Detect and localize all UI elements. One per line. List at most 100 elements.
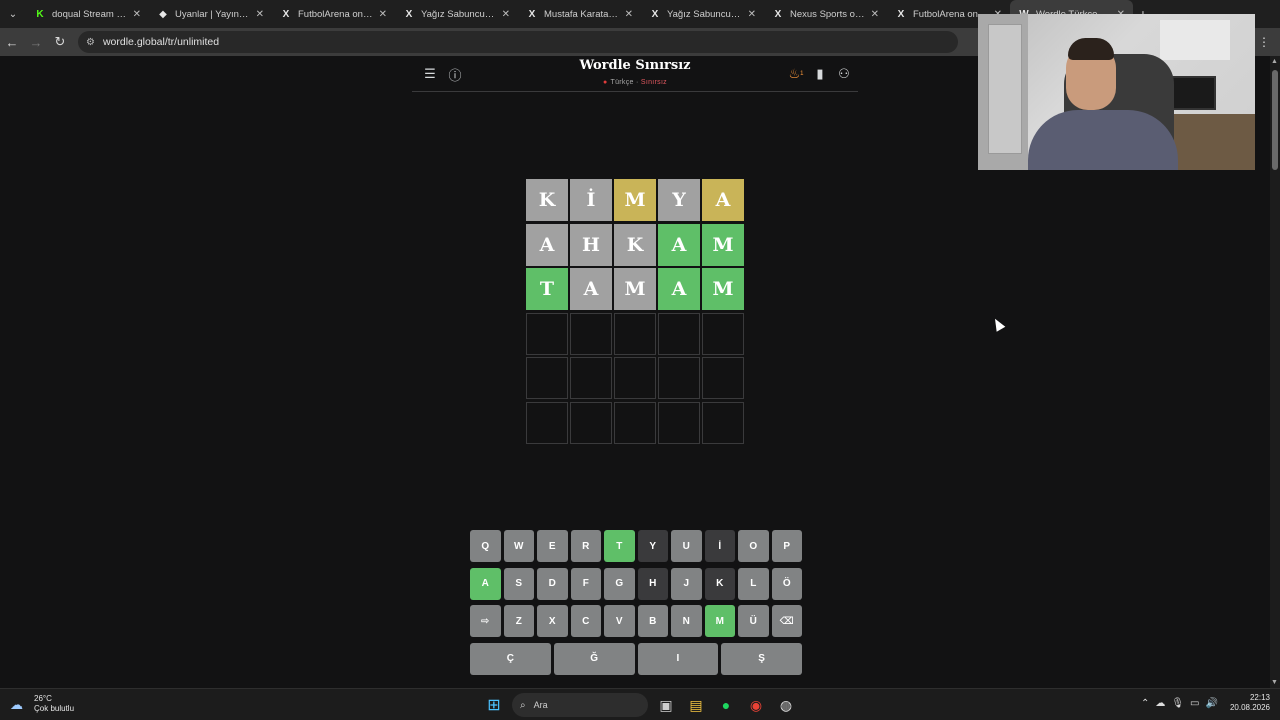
close-tab-icon[interactable]: ✕ [379,9,387,20]
key[interactable]: Ö [771,567,802,600]
tab-title: Uyanlar | Yayınını güç [175,8,250,20]
key[interactable]: Ç [470,642,551,675]
reload-icon[interactable]: ↻ [48,28,72,56]
forward-arrow-icon[interactable]: → [24,28,48,56]
board-tile: M [702,223,744,266]
key[interactable]: C [570,605,601,637]
key[interactable]: O [738,530,769,562]
taskbar-clock[interactable]: 22:13 20.08.2026 [1230,693,1270,713]
key[interactable]: L [738,567,769,600]
key[interactable]: W [503,530,534,562]
x-icon: X [651,8,659,20]
close-tab-icon[interactable]: ✕ [256,9,264,20]
key[interactable]: Q [470,530,501,562]
spotify-icon[interactable]: ● [714,693,738,717]
mode-label[interactable]: Sınırsız [641,79,667,86]
key[interactable]: Z [503,605,534,637]
streak-flame-icon[interactable]: ♨ 1 [788,66,804,82]
stats-bar-chart-icon[interactable]: ▮ [812,66,828,82]
key[interactable]: H [637,567,668,600]
enter-key[interactable]: ⇨ [470,605,501,637]
key[interactable]: Ü [738,605,769,637]
close-tab-icon[interactable]: ✕ [748,9,756,20]
key[interactable]: P [771,530,802,562]
close-tab-icon[interactable]: ✕ [871,9,879,20]
key[interactable]: B [637,605,668,637]
browser-tab[interactable]: Kdoqual Stream - Wat ✕ [26,0,149,28]
close-tab-icon[interactable]: ✕ [133,9,141,20]
scroll-up-icon[interactable]: ▲ [1271,58,1278,65]
key[interactable]: J [671,567,702,600]
key[interactable]: U [671,530,702,562]
key[interactable]: T [604,530,635,562]
clock-date: 20.08.2026 [1229,703,1270,712]
board-tile: M [702,268,744,310]
key[interactable]: A [470,567,501,600]
url-text: wordle.global/tr/unlimited [102,36,220,48]
board-tile: A [658,223,700,266]
site-info-icon[interactable]: ⚙ [86,37,95,48]
close-tab-icon[interactable]: ✕ [502,9,510,20]
key[interactable]: F [570,567,601,600]
back-arrow-icon[interactable]: ← [0,28,24,56]
task-view-icon[interactable]: ▣ [654,693,678,717]
browser-tab[interactable]: X Yağız Sabuncuoğlu o ✕ [395,0,518,28]
chrome-icon[interactable]: ◉ [744,693,768,717]
onedrive-icon[interactable]: ☁ [1155,698,1165,709]
tab-title: FutbolArena on X: "A [298,8,373,20]
turkey-flag-icon: ● [602,79,608,86]
key[interactable]: G [604,567,635,600]
windows-start-icon[interactable]: ⊞ [482,693,506,717]
browser-tab[interactable]: X Nexus Sports on X: " ✕ [764,0,887,28]
language-label[interactable]: Türkçe [611,79,634,86]
address-bar[interactable]: ⚙ wordle.global/tr/unlimited [78,31,958,53]
key[interactable]: Ğ [553,642,635,675]
backspace-key[interactable]: ⌫ [771,605,802,637]
browser-tab[interactable]: X Yağız Sabuncuoğlu o ✕ [641,0,764,28]
key[interactable]: M [704,605,735,637]
volume-icon[interactable]: 🔊 [1206,698,1218,709]
board-tile: H [570,223,612,266]
key[interactable]: K [704,567,735,600]
scroll-down-icon[interactable]: ▼ [1271,679,1278,686]
webcam-window [1160,20,1230,60]
obs-icon[interactable]: ◍ [774,693,798,717]
board-tile [702,401,744,444]
board-tile [526,357,568,399]
scrollbar-thumb[interactable] [1272,70,1278,170]
key[interactable]: I [637,642,719,675]
tab-title: Yağız Sabuncuoğlu o [667,8,742,20]
key[interactable]: X [537,605,568,637]
tab-search-chevron-icon[interactable]: ⌄ [0,0,26,28]
key[interactable]: E [537,530,568,562]
board-tile: İ [570,179,612,221]
board-tile: Y [658,179,700,221]
kick-icon: K [36,8,44,20]
x-icon: X [528,8,536,20]
key[interactable]: N [671,605,702,637]
browser-tab[interactable]: ◆ Uyanlar | Yayınını güç ✕ [149,0,272,28]
page-scrollbar[interactable]: ▲ ▼ [1270,56,1280,688]
microphone-icon[interactable]: 🎙 [1171,698,1184,709]
key[interactable]: S [503,567,534,600]
browser-menu-icon[interactable]: ⋮ [1256,28,1272,56]
key[interactable]: R [570,530,601,562]
taskbar-search[interactable]: ⌕ Ara [512,693,648,717]
user-profile-icon[interactable]: ⚇ [836,66,852,82]
key[interactable]: V [604,605,635,637]
streak-count: 1 [800,71,804,77]
key[interactable]: D [537,567,568,600]
close-tab-icon[interactable]: ✕ [625,9,633,20]
browser-tab[interactable]: X Mustafa Karataş on X ✕ [518,0,641,28]
tray-overflow-chevron-icon[interactable]: ⌃ [1141,698,1149,709]
file-explorer-icon[interactable]: ▤ [684,693,708,717]
browser-tab[interactable]: X FutbolArena on X: "A ✕ [272,0,395,28]
key[interactable]: İ [704,530,735,562]
tab-title: Yağız Sabuncuoğlu o [421,8,496,20]
key[interactable]: Y [637,530,668,562]
webcam-overlay [978,14,1255,170]
board-tile [658,357,700,399]
network-icon[interactable]: ▭ [1190,698,1199,709]
key[interactable]: Ş [721,642,802,675]
weather-widget[interactable]: ☁ 26°C Çok bulutlu [10,694,74,714]
